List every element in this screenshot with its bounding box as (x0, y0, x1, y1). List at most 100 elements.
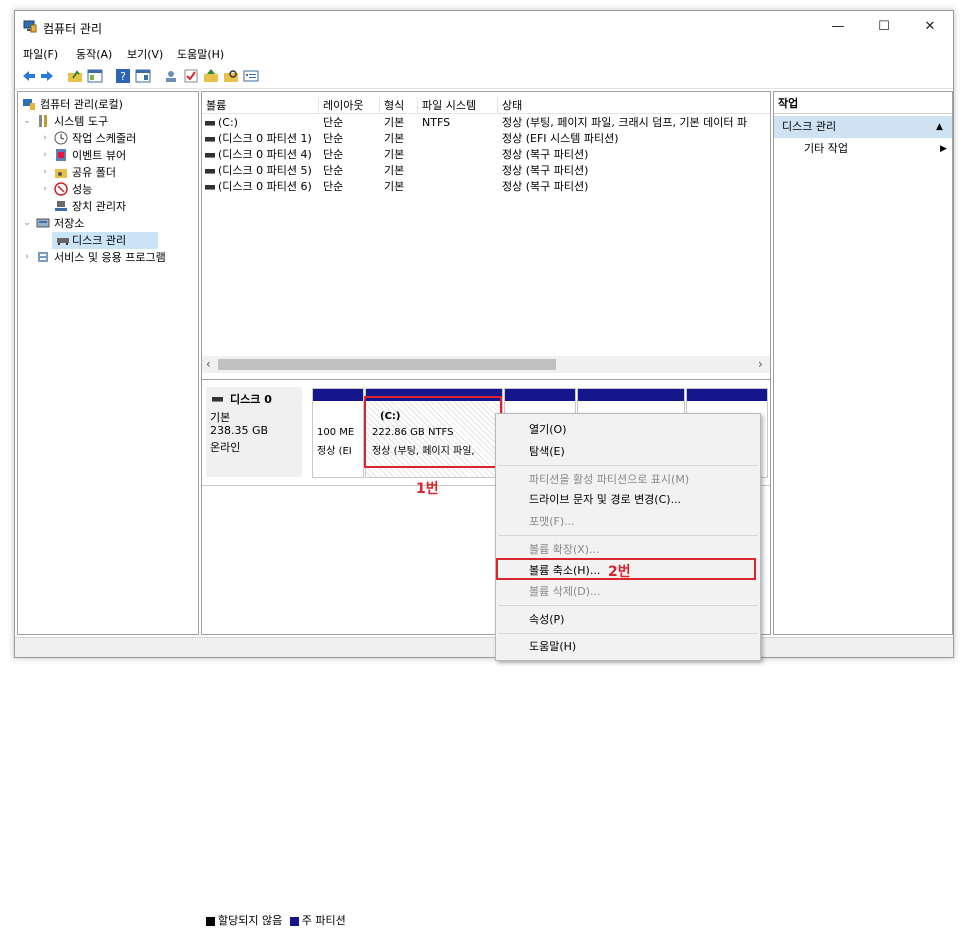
tree-label: 장치 관리자 (72, 200, 127, 213)
chevron-down-icon[interactable]: ⌄ (22, 215, 32, 232)
volume-layout: 단순 (323, 116, 344, 129)
volume-icon (205, 184, 215, 190)
menu-item-properties[interactable]: 속성(P) (529, 610, 564, 630)
disk-size: 238.35 GB (210, 424, 269, 437)
menu-item-format[interactable]: 포맷(F)... (529, 512, 575, 532)
column-header-type[interactable]: 형식 (380, 97, 418, 114)
volume-type: 기본 (384, 116, 405, 129)
action-more-actions[interactable]: 기타 작업 ▶ (804, 140, 952, 158)
menu-item-open[interactable]: 열기(O) (529, 420, 566, 440)
column-header-filesystem[interactable]: 파일 시스템 (418, 97, 498, 114)
tree-label: 서비스 및 응용 프로그램 (54, 251, 166, 264)
disk-info-box[interactable]: 디스크 0 기본 238.35 GB 온라인 (206, 387, 302, 477)
menu-separator (498, 633, 758, 634)
partition-size: 100 ME (317, 427, 355, 438)
close-button[interactable]: ✕ (907, 11, 953, 43)
table-row[interactable]: (C:) 단순 기본 NTFS 정상 (부팅, 페이지 파일, 크래시 덤프, … (202, 115, 770, 130)
yellow-arrow-icon[interactable] (203, 68, 219, 84)
legend: 할당되지 않음 주 파티션 (206, 912, 346, 928)
legend-primary: 주 파티션 (301, 914, 346, 927)
menu-item-change-drive-letter[interactable]: 드라이브 문자 및 경로 변경(C)... (529, 490, 681, 510)
menu-action[interactable]: 동작(A) (76, 46, 112, 62)
disk-type: 기본 (210, 411, 231, 424)
legend-primary-swatch (289, 916, 299, 926)
table-row[interactable]: (디스크 0 파티션 6) 단순 기본 정상 (복구 파티션) (202, 179, 770, 194)
menu-separator (498, 535, 758, 536)
search-folder-icon[interactable] (223, 68, 239, 84)
context-menu: 열기(O) 탐색(E) 파티션을 활성 파티션으로 표시(M) 드라이브 문자 … (495, 413, 761, 661)
column-header-volume[interactable]: 볼륨 (202, 97, 319, 114)
chevron-right-icon[interactable]: › (22, 249, 32, 266)
menu-help[interactable]: 도움말(H) (177, 46, 224, 62)
menu-item-delete-volume[interactable]: 볼륨 삭제(D)... (529, 582, 601, 602)
menu-item-explore[interactable]: 탐색(E) (529, 442, 565, 462)
properties-icon[interactable] (243, 68, 259, 84)
menu-view[interactable]: 보기(V) (127, 46, 163, 62)
help-icon[interactable]: ? (115, 68, 131, 84)
back-icon[interactable] (21, 68, 37, 84)
chevron-right-icon[interactable]: › (40, 164, 50, 181)
tree-label: 컴퓨터 관리(로컬) (40, 98, 123, 111)
tree-label: 저장소 (54, 217, 85, 230)
tree-label: 디스크 관리 (72, 234, 127, 247)
device-icon (55, 201, 67, 211)
menu-item-extend-volume[interactable]: 볼륨 확장(X)... (529, 540, 600, 560)
tree-item-disk-management[interactable]: 디스크 관리 (52, 232, 158, 249)
scroll-left-arrow[interactable]: ‹ (206, 357, 211, 371)
actions-pane: 작업 디스크 관리 ▲ 기타 작업 ▶ (773, 91, 953, 635)
tree-label: 작업 스케줄러 (72, 132, 137, 145)
menu-item-mark-active[interactable]: 파티션을 활성 파티션으로 표시(M) (529, 470, 689, 490)
table-row[interactable]: (디스크 0 파티션 5) 단순 기본 정상 (복구 파티션) (202, 163, 770, 178)
computer-management-app-icon (23, 20, 37, 33)
partition-status: 정상 (EI (317, 446, 352, 457)
partition-efi[interactable]: 100 ME 정상 (EI (312, 388, 364, 478)
annotation-box-1 (364, 396, 502, 468)
menu-bar: 파일(F) 동작(A) 보기(V) 도움말(H) (15, 43, 953, 63)
up-folder-icon[interactable] (67, 68, 83, 84)
volume-status: 정상 (EFI 시스템 파티션) (502, 132, 619, 145)
chevron-right-icon[interactable]: › (40, 130, 50, 147)
tree-label: 성능 (72, 183, 93, 196)
services-icon (38, 252, 48, 262)
volume-name: (디스크 0 파티션 4) (218, 148, 312, 161)
legend-unallocated-swatch (206, 916, 215, 926)
maximize-button[interactable]: ☐ (861, 11, 907, 43)
partition-header (313, 389, 363, 401)
table-row[interactable]: (디스크 0 파티션 1) 단순 기본 정상 (EFI 시스템 파티션) (202, 131, 770, 146)
forward-icon[interactable] (39, 68, 55, 84)
tools-icon (39, 115, 47, 127)
title-bar: 컴퓨터 관리 — ☐ ✕ (15, 11, 953, 43)
volume-layout: 단순 (323, 164, 344, 177)
action-label: 디스크 관리 (782, 120, 837, 133)
svg-text:?: ? (120, 70, 126, 83)
chevron-down-icon[interactable]: ⌄ (22, 113, 32, 130)
tree-label: 이벤트 뷰어 (72, 149, 127, 162)
scroll-right-arrow[interactable]: › (758, 357, 763, 371)
computer-icon (23, 99, 35, 110)
volume-status: 정상 (부팅, 페이지 파일, 크래시 덤프, 기본 데이터 파 (502, 116, 748, 129)
volume-fs: NTFS (422, 116, 451, 129)
column-header-layout[interactable]: 레이아웃 (319, 97, 380, 114)
chevron-right-icon[interactable]: › (40, 147, 50, 164)
column-header-status[interactable]: 상태 (498, 97, 770, 114)
action-disk-management[interactable]: 디스크 관리 ▲ (774, 116, 952, 138)
volume-layout: 단순 (323, 132, 344, 145)
legend-unallocated: 할당되지 않음 (218, 914, 283, 927)
table-row[interactable]: (디스크 0 파티션 4) 단순 기본 정상 (복구 파티션) (202, 147, 770, 162)
check-icon[interactable] (183, 68, 199, 84)
disk-drive-icon (212, 397, 223, 402)
show-tree-icon[interactable] (87, 68, 103, 84)
disk-icon (57, 238, 69, 245)
volume-status: 정상 (복구 파티션) (502, 148, 589, 161)
minimize-button[interactable]: — (815, 11, 861, 43)
chevron-right-icon[interactable]: › (40, 181, 50, 198)
scrollbar-thumb[interactable] (218, 359, 556, 370)
user-icon[interactable] (163, 68, 179, 84)
console-icon[interactable] (135, 68, 151, 84)
menu-item-help[interactable]: 도움말(H) (529, 637, 576, 657)
menu-file[interactable]: 파일(F) (23, 46, 58, 62)
disk-state: 온라인 (210, 441, 241, 454)
horizontal-scrollbar[interactable]: ‹ › (202, 356, 770, 373)
collapse-up-icon[interactable]: ▲ (936, 116, 943, 138)
window-title: 컴퓨터 관리 (43, 22, 103, 36)
